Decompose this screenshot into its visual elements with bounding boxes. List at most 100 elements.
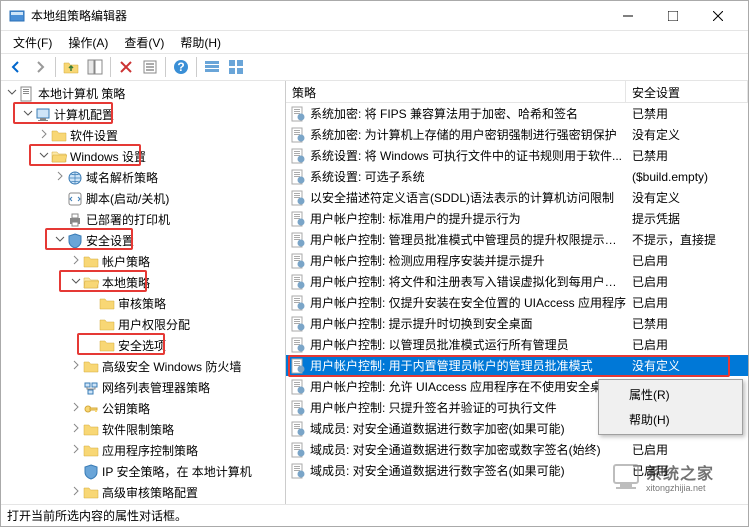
app-icon bbox=[9, 8, 25, 24]
tree-label: 高级安全 Windows 防火墙 bbox=[102, 358, 241, 375]
policy-name: 域成员: 对安全通道数据进行数字加密(如果可能) bbox=[310, 420, 626, 437]
tree-software-restriction[interactable]: 软件限制策略 bbox=[1, 419, 285, 440]
tree-local-policies[interactable]: 本地策略 bbox=[1, 272, 285, 293]
expander-icon[interactable] bbox=[53, 234, 67, 247]
tree-windows-settings[interactable]: Windows 设置 bbox=[1, 146, 285, 167]
policy-name: 以安全描述符定义语言(SDDL)语法表示的计算机访问限制 bbox=[310, 189, 626, 206]
policy-value: ($build.empty) bbox=[626, 170, 748, 184]
tree-printers[interactable]: 已部署的打印机 bbox=[1, 209, 285, 230]
up-button[interactable] bbox=[60, 56, 82, 78]
tree-network-list[interactable]: 网络列表管理器策略 bbox=[1, 377, 285, 398]
policy-name: 用户帐户控制: 只提升签名并验证的可执行文件 bbox=[310, 399, 626, 416]
context-help[interactable]: 帮助(H) bbox=[601, 407, 740, 432]
tree-computer-config[interactable]: 计算机配置 bbox=[1, 104, 285, 125]
menu-help[interactable]: 帮助(H) bbox=[172, 32, 229, 53]
list-pane[interactable]: 策略 安全设置 系统加密: 将 FIPS 兼容算法用于加密、哈希和签名已禁用系统… bbox=[286, 81, 748, 504]
tree-software-settings[interactable]: 软件设置 bbox=[1, 125, 285, 146]
help-button[interactable]: ? bbox=[170, 56, 192, 78]
policy-name: 系统设置: 将 Windows 可执行文件中的证书规则用于软件... bbox=[310, 147, 626, 164]
policy-name: 系统设置: 可选子系统 bbox=[310, 168, 626, 185]
policy-value: 没有定义 bbox=[626, 126, 748, 143]
expander-icon[interactable] bbox=[5, 87, 19, 100]
list-row[interactable]: 系统加密: 将 FIPS 兼容算法用于加密、哈希和签名已禁用 bbox=[286, 103, 748, 124]
menu-action[interactable]: 操作(A) bbox=[60, 32, 116, 53]
tree-label: 计算机配置 bbox=[54, 106, 114, 123]
list-row[interactable]: 以安全描述符定义语言(SDDL)语法表示的计算机访问限制没有定义 bbox=[286, 187, 748, 208]
expander-icon[interactable] bbox=[69, 486, 83, 499]
show-hide-button[interactable] bbox=[84, 56, 106, 78]
expander-icon[interactable] bbox=[37, 129, 51, 142]
expander-icon[interactable] bbox=[21, 108, 35, 121]
back-button[interactable] bbox=[5, 56, 27, 78]
policy-value: 已启用 bbox=[626, 336, 748, 353]
expander-icon[interactable] bbox=[69, 276, 83, 289]
tree-security-options[interactable]: 安全选项 bbox=[1, 335, 285, 356]
context-properties[interactable]: 属性(R) bbox=[601, 382, 740, 407]
list-row[interactable]: 用户帐户控制: 以管理员批准模式运行所有管理员已启用 bbox=[286, 334, 748, 355]
tree-label: 用户权限分配 bbox=[118, 316, 190, 333]
list-row[interactable]: 系统设置: 可选子系统($build.empty) bbox=[286, 166, 748, 187]
menu-view[interactable]: 查看(V) bbox=[116, 32, 172, 53]
tree-scripts[interactable]: 脚本(启动/关机) bbox=[1, 188, 285, 209]
tree-qos[interactable]: 基于策略的 QoS bbox=[1, 503, 285, 504]
policy-name: 用户帐户控制: 允许 UIAccess 应用程序在不使用安全桌... bbox=[310, 378, 626, 395]
tree-root[interactable]: 本地计算机 策略 bbox=[1, 83, 285, 104]
maximize-button[interactable] bbox=[650, 2, 695, 30]
expander-icon[interactable] bbox=[69, 423, 83, 436]
policy-name: 用户帐户控制: 将文件和注册表写入错误虚拟化到每用户位置 bbox=[310, 273, 626, 290]
list-row[interactable]: 系统设置: 将 Windows 可执行文件中的证书规则用于软件...已禁用 bbox=[286, 145, 748, 166]
policy-value: 已启用 bbox=[626, 273, 748, 290]
tree-pane[interactable]: 本地计算机 策略计算机配置软件设置Windows 设置域名解析策略脚本(启动/关… bbox=[1, 81, 286, 504]
policy-value: 已禁用 bbox=[626, 147, 748, 164]
tree-dns-policy[interactable]: 域名解析策略 bbox=[1, 167, 285, 188]
tree-app-control[interactable]: 应用程序控制策略 bbox=[1, 440, 285, 461]
list-row[interactable]: 域成员: 对安全通道数据进行数字签名(如果可能)已启用 bbox=[286, 460, 748, 481]
menu-file[interactable]: 文件(F) bbox=[5, 32, 60, 53]
view-button-2[interactable] bbox=[225, 56, 247, 78]
tree-audit-policy[interactable]: 审核策略 bbox=[1, 293, 285, 314]
expander-icon[interactable] bbox=[69, 360, 83, 373]
policy-name: 用户帐户控制: 用于内置管理员帐户的管理员批准模式 bbox=[310, 357, 626, 374]
list-row[interactable]: 用户帐户控制: 管理员批准模式中管理员的提升权限提示的...不提示，直接提 bbox=[286, 229, 748, 250]
tree-label: 安全选项 bbox=[118, 337, 166, 354]
list-row[interactable]: 用户帐户控制: 提示提升时切换到安全桌面已禁用 bbox=[286, 313, 748, 334]
close-button[interactable] bbox=[695, 2, 740, 30]
list-row[interactable]: 用户帐户控制: 仅提升安装在安全位置的 UIAccess 应用程序已启用 bbox=[286, 292, 748, 313]
expander-icon[interactable] bbox=[53, 171, 67, 184]
column-security[interactable]: 安全设置 bbox=[626, 81, 748, 102]
tree-advanced-audit[interactable]: 高级审核策略配置 bbox=[1, 482, 285, 503]
titlebar: 本地组策略编辑器 bbox=[1, 1, 748, 31]
expander-icon[interactable] bbox=[69, 444, 83, 457]
expander-icon[interactable] bbox=[69, 402, 83, 415]
list-row[interactable]: 系统加密: 为计算机上存储的用户密钥强制进行强密钥保护没有定义 bbox=[286, 124, 748, 145]
list-row[interactable]: 用户帐户控制: 标准用户的提升提示行为提示凭据 bbox=[286, 208, 748, 229]
expander-icon[interactable] bbox=[69, 255, 83, 268]
list-row[interactable]: 域成员: 对安全通道数据进行数字加密或数字签名(始终)已启用 bbox=[286, 439, 748, 460]
view-button-1[interactable] bbox=[201, 56, 223, 78]
policy-value: 已启用 bbox=[626, 441, 748, 458]
policy-value: 已启用 bbox=[626, 462, 748, 479]
tree-label: 审核策略 bbox=[118, 295, 166, 312]
tree-advanced-firewall[interactable]: 高级安全 Windows 防火墙 bbox=[1, 356, 285, 377]
tree-user-rights[interactable]: 用户权限分配 bbox=[1, 314, 285, 335]
policy-value: 已禁用 bbox=[626, 105, 748, 122]
policy-name: 域成员: 对安全通道数据进行数字签名(如果可能) bbox=[310, 462, 626, 479]
list-row[interactable]: 用户帐户控制: 将文件和注册表写入错误虚拟化到每用户位置已启用 bbox=[286, 271, 748, 292]
forward-button[interactable] bbox=[29, 56, 51, 78]
tree-public-key[interactable]: 公钥策略 bbox=[1, 398, 285, 419]
list-row[interactable]: 用户帐户控制: 用于内置管理员帐户的管理员批准模式没有定义 bbox=[286, 355, 748, 376]
minimize-button[interactable] bbox=[605, 2, 650, 30]
separator bbox=[55, 57, 56, 77]
delete-button[interactable] bbox=[115, 56, 137, 78]
list-row[interactable]: 用户帐户控制: 检测应用程序安装并提示提升已启用 bbox=[286, 250, 748, 271]
tree-ip-security[interactable]: IP 安全策略，在 本地计算机 bbox=[1, 461, 285, 482]
properties-button[interactable] bbox=[139, 56, 161, 78]
tree-account-policies[interactable]: 帐户策略 bbox=[1, 251, 285, 272]
expander-icon[interactable] bbox=[37, 150, 51, 163]
tree-label: 软件限制策略 bbox=[102, 421, 174, 438]
content: 本地计算机 策略计算机配置软件设置Windows 设置域名解析策略脚本(启动/关… bbox=[1, 81, 748, 504]
policy-value: 提示凭据 bbox=[626, 210, 748, 227]
tree-label: 高级审核策略配置 bbox=[102, 484, 198, 501]
tree-security-settings[interactable]: 安全设置 bbox=[1, 230, 285, 251]
column-policy[interactable]: 策略 bbox=[286, 81, 626, 102]
